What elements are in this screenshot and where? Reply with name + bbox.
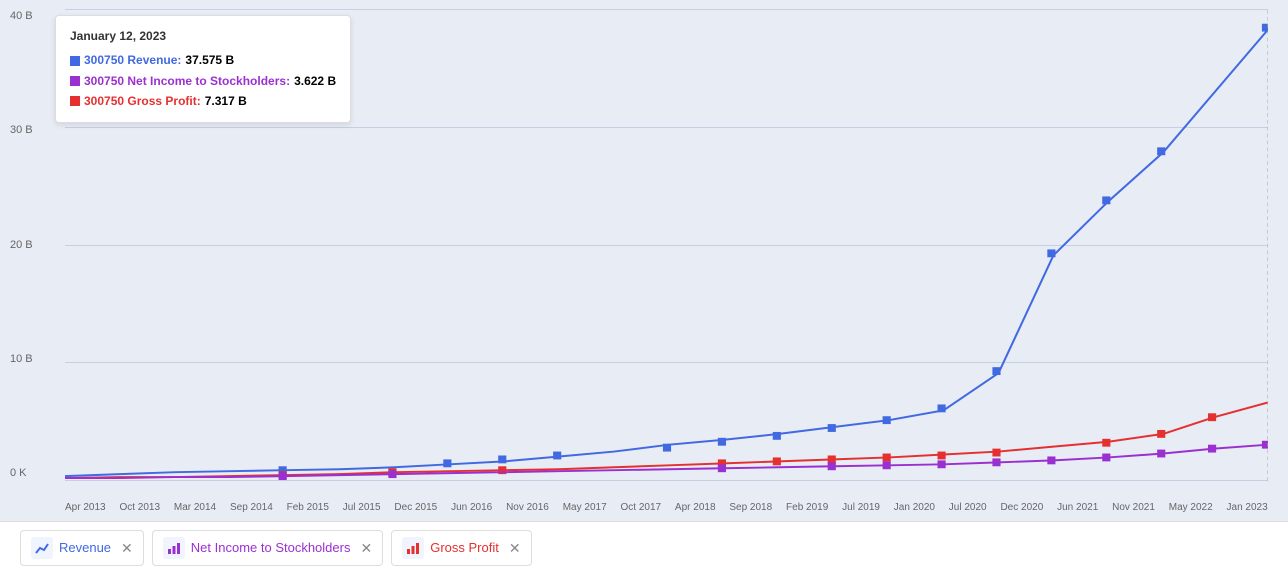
x-label-18: Jun 2021: [1057, 502, 1098, 513]
x-label-20: May 2022: [1169, 502, 1213, 513]
net-income-point: [279, 472, 287, 480]
x-axis-labels: Apr 2013 Oct 2013 Mar 2014 Sep 2014 Feb …: [65, 502, 1268, 513]
gross-profit-point: [1157, 430, 1165, 438]
x-label-10: Oct 2017: [620, 502, 661, 513]
y-label-20b: 20 B: [10, 239, 33, 251]
x-label-5: Jul 2015: [343, 502, 381, 513]
x-label-8: Nov 2016: [506, 502, 549, 513]
x-label-0: Apr 2013: [65, 502, 106, 513]
legend-gross-profit-close[interactable]: ✕: [509, 541, 521, 555]
x-label-4: Feb 2015: [287, 502, 329, 513]
tooltip-net-income-label: 300750 Net Income to Stockholders:: [84, 71, 290, 91]
y-label-30b: 30 B: [10, 124, 33, 136]
tooltip-net-income-row: 300750 Net Income to Stockholders: 3.622…: [70, 71, 336, 91]
legend-item-revenue[interactable]: Revenue ✕: [20, 530, 144, 566]
x-label-21: Jan 2023: [1227, 502, 1268, 513]
x-label-15: Jan 2020: [894, 502, 935, 513]
x-label-16: Jul 2020: [949, 502, 987, 513]
tooltip-gross-profit-label: 300750 Gross Profit:: [84, 91, 201, 111]
revenue-point: [443, 459, 451, 467]
tooltip-gross-profit-row: 300750 Gross Profit: 7.317 B: [70, 91, 336, 111]
y-label-40b: 40 B: [10, 10, 33, 22]
net-income-point: [828, 462, 836, 470]
x-label-12: Sep 2018: [729, 502, 772, 513]
x-label-1: Oct 2013: [119, 502, 160, 513]
tooltip-revenue-row: 300750 Revenue: 37.575 B: [70, 50, 336, 70]
tooltip-revenue-dot: [70, 56, 80, 66]
revenue-point: [828, 424, 836, 432]
y-axis-labels: 0 K 10 B 20 B 30 B 40 B: [10, 10, 33, 481]
x-label-2: Mar 2014: [174, 502, 216, 513]
y-label-0k: 0 K: [10, 467, 33, 479]
x-label-3: Sep 2014: [230, 502, 273, 513]
net-income-point: [883, 461, 891, 469]
net-income-point: [1208, 445, 1216, 453]
revenue-point: [1047, 249, 1055, 257]
gross-profit-point: [1208, 413, 1216, 421]
net-income-point: [718, 464, 726, 472]
gross-profit-chart-icon: [402, 537, 424, 559]
net-income-point: [1102, 454, 1110, 462]
revenue-point: [718, 438, 726, 446]
revenue-point: [1157, 147, 1165, 155]
tooltip-net-income-value: 3.622 B: [294, 71, 336, 91]
revenue-point: [773, 432, 781, 440]
x-label-7: Jun 2016: [451, 502, 492, 513]
x-label-6: Dec 2015: [394, 502, 437, 513]
legend-revenue-close[interactable]: ✕: [121, 541, 133, 555]
tooltip-revenue-value: 37.575 B: [185, 50, 234, 70]
legend-item-gross-profit[interactable]: Gross Profit ✕: [391, 530, 531, 566]
tooltip-gross-profit-dot: [70, 96, 80, 106]
revenue-point: [663, 444, 671, 452]
net-income-point: [1047, 456, 1055, 464]
y-label-10b: 10 B: [10, 353, 33, 365]
net-income-chart-icon: [163, 537, 185, 559]
revenue-point: [1102, 196, 1110, 204]
legend-gross-profit-label: Gross Profit: [430, 540, 499, 555]
net-income-point: [388, 470, 396, 478]
x-label-17: Dec 2020: [1000, 502, 1043, 513]
x-label-13: Feb 2019: [786, 502, 828, 513]
gross-profit-point: [992, 449, 1000, 457]
tooltip-revenue-label: 300750 Revenue:: [84, 50, 181, 70]
chart-area: 0 K 10 B 20 B 30 B 40 B January 12, 2023…: [0, 0, 1288, 521]
tooltip-date: January 12, 2023: [70, 26, 336, 46]
tooltip-gross-profit-value: 7.317 B: [205, 91, 247, 111]
gross-profit-line: [65, 403, 1268, 479]
x-label-19: Nov 2021: [1112, 502, 1155, 513]
x-label-9: May 2017: [563, 502, 607, 513]
x-label-11: Apr 2018: [675, 502, 716, 513]
legend-bar: Revenue ✕ Net Income to Stockholders ✕: [0, 521, 1288, 573]
legend-net-income-label: Net Income to Stockholders: [191, 540, 351, 555]
chart-container: 0 K 10 B 20 B 30 B 40 B January 12, 2023…: [0, 0, 1288, 573]
revenue-point: [553, 452, 561, 460]
gross-profit-point: [773, 457, 781, 465]
gross-profit-point: [828, 455, 836, 463]
revenue-point: [498, 455, 506, 463]
bar-chart-icon-2: [406, 541, 420, 555]
x-label-14: Jul 2019: [842, 502, 880, 513]
revenue-point: [992, 367, 1000, 375]
revenue-point: [1262, 24, 1268, 32]
legend-revenue-label: Revenue: [59, 540, 111, 555]
revenue-point: [938, 404, 946, 412]
line-chart-icon: [35, 541, 49, 555]
gross-profit-point: [883, 454, 891, 462]
legend-item-net-income[interactable]: Net Income to Stockholders ✕: [152, 530, 383, 566]
revenue-point: [883, 416, 891, 424]
net-income-point: [1157, 450, 1165, 458]
gross-profit-point: [938, 452, 946, 460]
bar-chart-icon: [167, 541, 181, 555]
legend-net-income-close[interactable]: ✕: [360, 541, 372, 555]
net-income-point: [1262, 441, 1268, 449]
net-income-point: [992, 458, 1000, 466]
gross-profit-point: [1102, 439, 1110, 447]
chart-tooltip: January 12, 2023 300750 Revenue: 37.575 …: [55, 15, 351, 123]
net-income-point: [938, 460, 946, 468]
revenue-chart-icon: [31, 537, 53, 559]
tooltip-net-income-dot: [70, 76, 80, 86]
